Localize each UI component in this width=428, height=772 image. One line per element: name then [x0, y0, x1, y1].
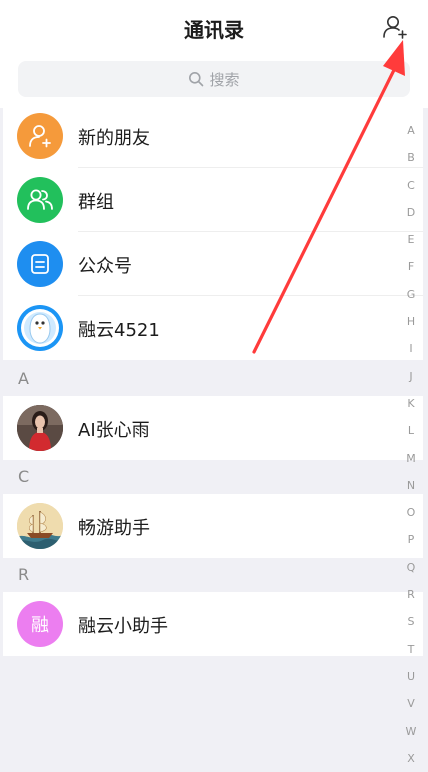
photo-avatar [17, 405, 63, 451]
index-letter-f[interactable]: F [401, 253, 421, 280]
top-items-list: 新的朋友 群组 公众号 融云4521 [3, 104, 423, 360]
index-letter-k[interactable]: K [401, 390, 421, 417]
section-c-list: 畅游助手 [3, 494, 423, 558]
index-letter-e[interactable]: E [401, 226, 421, 253]
index-letter-t[interactable]: T [401, 636, 421, 663]
section-header-r: R [18, 565, 30, 584]
sailing-ship-avatar [17, 503, 63, 549]
index-letter-x[interactable]: X [401, 745, 421, 772]
avatar-text: 融 [31, 615, 49, 636]
contact-name: AI张心雨 [78, 420, 150, 441]
add-friend-icon [17, 113, 63, 159]
index-letter-a[interactable]: A [401, 117, 421, 144]
list-item-label: 新的朋友 [78, 128, 150, 149]
section-r-list: 融 融云小助手 [3, 592, 423, 656]
index-letter-m[interactable]: M [401, 445, 421, 472]
index-letter-u[interactable]: U [401, 663, 421, 690]
list-item-new-friends[interactable]: 新的朋友 [3, 104, 423, 168]
index-letter-d[interactable]: D [401, 199, 421, 226]
official-account-icon [17, 241, 63, 287]
page-title: 通讯录 [184, 18, 244, 42]
contact-name: 畅游助手 [78, 518, 150, 539]
contact-item[interactable]: AI张心雨 [3, 396, 423, 460]
section-header-c: C [18, 467, 30, 486]
contact-item[interactable]: 融 融云小助手 [3, 592, 423, 656]
section-header-a: A [18, 369, 29, 388]
alphabet-index[interactable]: ABCDEFGHIJKLMNOPQRSTUVWX [401, 117, 421, 772]
search-input[interactable]: 搜索 [18, 61, 410, 97]
list-item-label: 融云4521 [78, 320, 160, 341]
index-letter-p[interactable]: P [401, 526, 421, 553]
list-item-label: 群组 [78, 192, 114, 213]
list-item-label: 公众号 [78, 256, 132, 277]
index-letter-h[interactable]: H [401, 308, 421, 335]
add-contact-button[interactable] [382, 14, 408, 40]
text-avatar: 融 [17, 601, 63, 647]
index-letter-n[interactable]: N [401, 472, 421, 499]
index-letter-v[interactable]: V [401, 690, 421, 717]
index-letter-w[interactable]: W [401, 718, 421, 745]
index-letter-o[interactable]: O [401, 499, 421, 526]
contact-item[interactable]: 畅游助手 [3, 494, 423, 558]
group-icon [17, 177, 63, 223]
list-item-official-accounts[interactable]: 公众号 [3, 232, 423, 296]
index-letter-c[interactable]: C [401, 172, 421, 199]
penguin-avatar-icon [17, 305, 63, 351]
index-letter-g[interactable]: G [401, 281, 421, 308]
add-person-icon [383, 16, 407, 39]
index-letter-i[interactable]: I [401, 335, 421, 362]
index-letter-l[interactable]: L [401, 417, 421, 444]
index-letter-s[interactable]: S [401, 608, 421, 635]
search-icon [189, 72, 204, 87]
contact-name: 融云小助手 [78, 616, 168, 637]
search-area: 搜索 [0, 58, 428, 108]
search-placeholder: 搜索 [209, 70, 240, 89]
section-a-list: AI张心雨 [3, 396, 423, 460]
top-bar: 通讯录 [0, 0, 428, 58]
index-letter-q[interactable]: Q [401, 554, 421, 581]
index-letter-r[interactable]: R [401, 581, 421, 608]
index-letter-j[interactable]: J [401, 363, 421, 390]
index-letter-b[interactable]: B [401, 144, 421, 171]
list-item-rongcloud-account[interactable]: 融云4521 [3, 296, 423, 360]
list-item-groups[interactable]: 群组 [3, 168, 423, 232]
